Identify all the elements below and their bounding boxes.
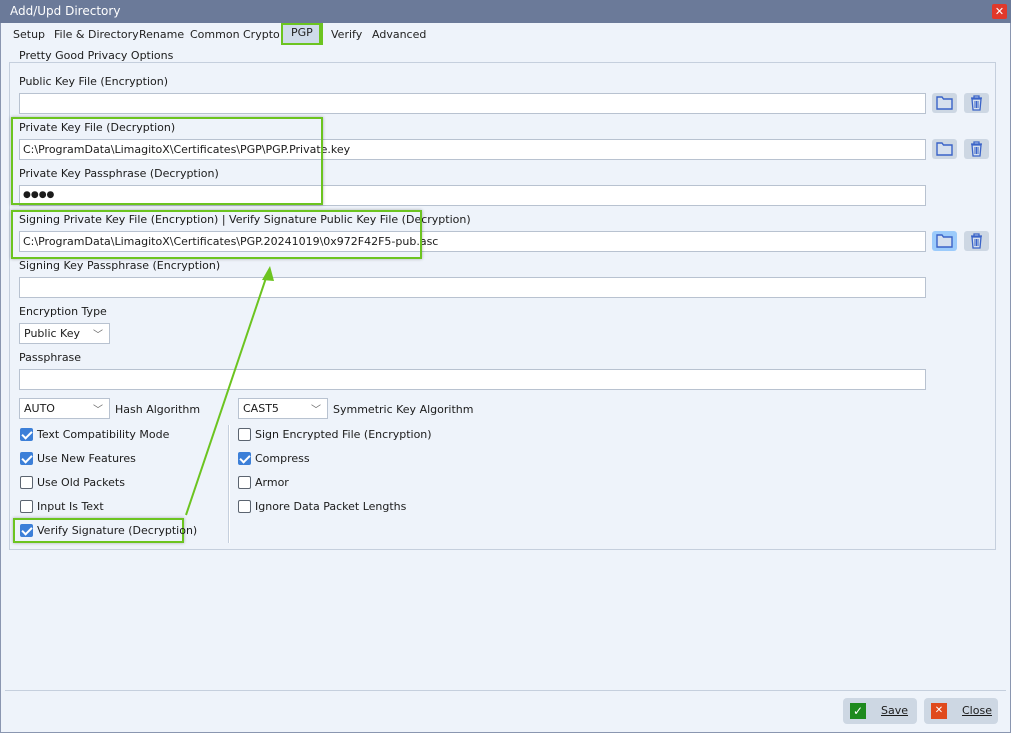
- tab-advanced[interactable]: Advanced: [367, 26, 431, 45]
- symmetric-label: Symmetric Key Algorithm: [333, 403, 474, 416]
- public-key-input[interactable]: [19, 93, 926, 114]
- checkbox-label: Verify Signature (Decryption): [37, 523, 198, 537]
- checkbox-right-0[interactable]: Sign Encrypted File (Encryption): [238, 426, 432, 442]
- public-key-clear-button[interactable]: [964, 93, 989, 113]
- checkbox-label: Use New Features: [37, 451, 136, 465]
- checkbox-label: Armor: [255, 475, 289, 489]
- chevron-down-icon: ﹀: [311, 405, 321, 416]
- tab-crypto[interactable]: Crypto: [238, 26, 285, 45]
- public-key-label: Public Key File (Encryption): [19, 75, 169, 88]
- checkbox-label: Ignore Data Packet Lengths: [255, 499, 407, 513]
- footer-divider: [5, 690, 1006, 691]
- tab-rename[interactable]: Rename: [134, 26, 189, 45]
- passphrase-label: Passphrase: [19, 351, 82, 364]
- signing-pass-label: Signing Key Passphrase (Encryption): [19, 259, 221, 272]
- checkbox-box[interactable]: [238, 475, 251, 489]
- group-title: Pretty Good Privacy Options: [16, 49, 177, 62]
- signing-pass-input[interactable]: [19, 277, 926, 298]
- checkbox-label: Use Old Packets: [37, 475, 125, 489]
- window-title: Add/Upd Directory: [10, 4, 121, 18]
- highlight-private-key: [11, 117, 323, 205]
- signing-key-browse-button[interactable]: [932, 231, 957, 251]
- checkbox-right-2[interactable]: Armor: [238, 474, 289, 490]
- encryption-type-label: Encryption Type: [19, 305, 107, 318]
- tab-file-directory[interactable]: File & Directory: [49, 26, 144, 45]
- checkbox-left-1[interactable]: Use New Features: [20, 450, 136, 466]
- checkbox-left-0[interactable]: Text Compatibility Mode: [20, 426, 169, 442]
- hash-algorithm-select[interactable]: AUTO ﹀: [19, 398, 110, 419]
- save-label: Save: [881, 704, 909, 717]
- checkbox-right-3[interactable]: Ignore Data Packet Lengths: [238, 498, 406, 514]
- tab-setup[interactable]: Setup: [8, 26, 50, 45]
- close-icon[interactable]: ✕: [992, 4, 1007, 19]
- checkbox-box[interactable]: [20, 523, 33, 537]
- symmetric-algorithm-select[interactable]: CAST5 ﹀: [238, 398, 328, 419]
- checkbox-box[interactable]: [20, 427, 33, 441]
- checkbox-box[interactable]: [20, 451, 33, 465]
- private-key-browse-button[interactable]: [932, 139, 957, 159]
- divider: [228, 425, 230, 543]
- hash-label: Hash Algorithm: [115, 403, 201, 416]
- checkbox-left-2[interactable]: Use Old Packets: [20, 474, 125, 490]
- checkbox-box[interactable]: [20, 499, 33, 513]
- chevron-down-icon: ﹀: [93, 405, 103, 416]
- save-button[interactable]: ✓ Save: [843, 698, 917, 724]
- checkbox-label: Input Is Text: [37, 499, 104, 513]
- checkbox-label: Text Compatibility Mode: [37, 427, 170, 441]
- private-key-clear-button[interactable]: [964, 139, 989, 159]
- close-button[interactable]: ✕ Close: [924, 698, 998, 724]
- highlight-signing-key: [11, 210, 422, 259]
- hash-value: AUTO: [24, 402, 55, 415]
- signing-key-clear-button[interactable]: [964, 231, 989, 251]
- checkbox-left-3[interactable]: Input Is Text: [20, 498, 104, 514]
- highlight-pgp-tab: [281, 23, 321, 45]
- passphrase-input[interactable]: [19, 369, 926, 390]
- checkbox-box[interactable]: [20, 475, 33, 489]
- tab-verify[interactable]: Verify: [326, 26, 367, 45]
- checkbox-box[interactable]: [238, 427, 251, 441]
- checkbox-box[interactable]: [238, 499, 251, 513]
- encryption-type-select[interactable]: Public Key ﹀: [19, 323, 110, 344]
- encryption-type-value: Public Key: [24, 327, 80, 340]
- checkbox-left-4[interactable]: Verify Signature (Decryption): [20, 522, 197, 538]
- checkbox-label: Compress: [255, 451, 310, 465]
- check-icon: ✓: [850, 703, 866, 719]
- symmetric-value: CAST5: [243, 402, 279, 415]
- close-label: Close: [962, 704, 992, 717]
- checkbox-label: Sign Encrypted File (Encryption): [255, 427, 432, 441]
- title-bar: Add/Upd Directory: [0, 0, 1011, 23]
- checkbox-box[interactable]: [238, 451, 251, 465]
- checkbox-right-1[interactable]: Compress: [238, 450, 310, 466]
- close-icon: ✕: [931, 703, 947, 719]
- tab-common[interactable]: Common: [185, 26, 245, 45]
- public-key-browse-button[interactable]: [932, 93, 957, 113]
- chevron-down-icon: ﹀: [93, 330, 103, 341]
